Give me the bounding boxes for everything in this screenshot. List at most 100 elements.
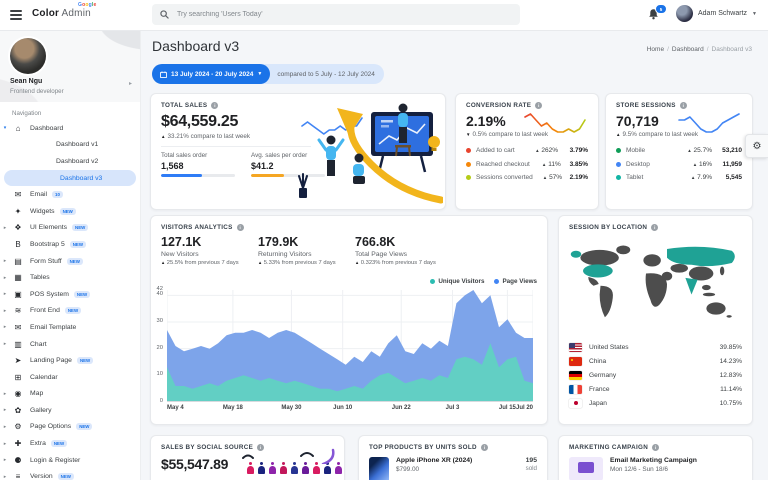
metric-change: ▲ 262% <box>524 147 558 154</box>
sidebar-item-ui-elements[interactable]: ▸ ❖ UI Elements NEW <box>0 220 140 237</box>
info-icon[interactable]: i <box>535 102 542 109</box>
stat-label: Returning Visitors <box>258 251 355 258</box>
user-name: Adam Schwartz <box>698 10 747 17</box>
metric-value: 11,959 <box>712 161 742 168</box>
metric-value: 5,545 <box>712 174 742 181</box>
card-title: CONVERSION RATE <box>466 102 531 109</box>
item-badge: NEW <box>65 307 81 314</box>
country-flag-icon <box>569 371 582 380</box>
info-icon[interactable]: i <box>211 102 218 109</box>
sidebar-item-form-stuff[interactable]: ▸ ▤ Form Stuff NEW <box>0 253 140 270</box>
metric-label: Added to cart <box>476 147 524 154</box>
country-name: Japan <box>589 400 720 407</box>
sidebar-profile[interactable]: Sean Ngu Frontend developer ▸ <box>0 30 140 102</box>
item-label: Chart <box>30 341 47 348</box>
sidebar-item-widgets[interactable]: ✦ Widgets NEW <box>0 203 140 220</box>
product-row[interactable]: Apple iPhone XR (2024) $799.00 195 sold <box>369 457 537 480</box>
visitor-stats: 127.1K New Visitors ▲ 25.5% from previou… <box>161 235 537 266</box>
birds-arrow-illustration <box>241 448 341 464</box>
card-title: STORE SESSIONS <box>616 102 676 109</box>
metric-change: ▲ 16% <box>678 161 712 168</box>
chevron-right-icon: ▸ <box>129 80 132 87</box>
sidebar-item-calendar[interactable]: ⊞ Calendar <box>0 369 140 386</box>
item-label: UI Elements <box>30 224 67 231</box>
sidebar: Sean Ngu Frontend developer ▸ Navigation… <box>0 30 141 480</box>
item-badge: NEW <box>60 208 76 215</box>
email-template-icon: ✉ <box>10 323 26 332</box>
calendar-icon: ⊞ <box>10 373 26 382</box>
world-map <box>569 236 744 332</box>
card-conversion-rate: CONVERSION RATE i 2.19% ▼0.5% compare to… <box>455 93 599 210</box>
visitors-area-chart <box>167 290 533 402</box>
info-icon[interactable]: i <box>481 444 488 451</box>
user-menu[interactable]: Adam Schwartz ▼ <box>676 5 757 22</box>
item-label: Map <box>30 390 43 397</box>
metric-change: ▲ 7.9% <box>678 174 712 181</box>
sidebar-item-front-end[interactable]: ▸ ≋ Front End NEW <box>0 303 140 320</box>
card-store-sessions: STORE SESSIONS i 70,719 ▲9.5% compare to… <box>605 93 753 210</box>
sidebar-item-dashboard-v1[interactable]: Dashboard v1 <box>0 137 140 154</box>
item-caret-icon: ▸ <box>0 407 10 413</box>
brand-logo[interactable]: Color Admin <box>32 8 91 19</box>
info-icon[interactable]: i <box>237 224 244 231</box>
sidebar-item-email[interactable]: ✉ Email 10 <box>0 186 140 203</box>
hamburger-menu-icon[interactable] <box>10 10 22 20</box>
country-flag-icon <box>569 343 582 352</box>
country-row: China 14.23% <box>569 355 742 369</box>
gallery-icon: ✿ <box>10 406 26 415</box>
sidebar-item-chart[interactable]: ▸ ▥ Chart <box>0 336 140 353</box>
info-icon[interactable]: i <box>651 224 658 231</box>
metric-change: ▲ 11% <box>530 161 561 168</box>
item-label: POS System <box>30 291 69 298</box>
item-badge: NEW <box>51 440 67 447</box>
sidebar-item-pos-system[interactable]: ▸ ▣ POS System NEW <box>0 286 140 303</box>
notification-bell-icon[interactable]: 5 <box>648 7 664 23</box>
metric-label: Reached checkout <box>476 161 530 168</box>
item-caret-icon: ▸ <box>0 258 10 264</box>
campaign-thumbnail <box>569 457 603 480</box>
metric-label: Tablet <box>626 174 678 181</box>
series-dot <box>616 175 621 180</box>
sidebar-item-email-template[interactable]: ▸ ✉ Email Template <box>0 319 140 336</box>
item-badge: NEW <box>76 423 92 430</box>
breadcrumb-item[interactable]: Home <box>647 46 664 53</box>
item-badge: NEW <box>67 258 83 265</box>
date-range-button[interactable]: 13 July 2024 - 20 July 2024 ▼ <box>152 64 270 84</box>
theme-settings-button[interactable]: ⚙ <box>745 134 768 158</box>
ui-elements-icon: ❖ <box>10 223 26 232</box>
bootstrap-icon: B <box>10 240 26 249</box>
info-icon[interactable]: i <box>652 444 659 451</box>
campaign-row[interactable]: Email Marketing Campaign Mon 12/6 - Sun … <box>569 457 742 480</box>
sidebar-item-tables[interactable]: ▸ ▦ Tables <box>0 269 140 286</box>
item-label: Dashboard <box>30 125 63 132</box>
visitor-stat: 179.9K Returning Visitors ▲ 5.33% from p… <box>258 235 355 266</box>
search-bar[interactable] <box>152 4 520 25</box>
sidebar-item-dashboard-v3[interactable]: Dashboard v3 <box>4 170 136 187</box>
topbar: Color Admin Google 5 Adam Schwartz ▼ <box>0 0 768 31</box>
item-label: Email Template <box>30 324 76 331</box>
sidebar-item-page-options[interactable]: ▸ ⚙ Page Options NEW <box>0 419 140 436</box>
info-icon[interactable]: i <box>680 102 687 109</box>
sidebar-item-map[interactable]: ▸ ◉ Map <box>0 386 140 403</box>
calendar-icon <box>160 71 167 78</box>
card-title: VISITORS ANALYTICS <box>161 224 233 231</box>
product-units: 195 <box>526 457 537 464</box>
sidebar-item-dashboard-v2[interactable]: Dashboard v2 <box>0 153 140 170</box>
sidebar-item-landing-page[interactable]: ➤ Landing Page NEW <box>0 352 140 369</box>
sidebar-item-version[interactable]: ▸ ≡ Version NEW <box>0 468 140 480</box>
card-top-products: TOP PRODUCTS BY UNITS SOLD i Apple iPhon… <box>358 435 548 480</box>
sidebar-item-dashboard[interactable]: ▾ ⌂ Dashboard <box>0 120 140 137</box>
sidebar-item-bootstrap-5[interactable]: B Bootstrap 5 NEW <box>0 236 140 253</box>
stat-label: New Visitors <box>161 251 258 258</box>
breadcrumb-item[interactable]: Dashboard <box>672 46 704 53</box>
metric-label: Sessions converted <box>476 174 533 181</box>
legend-item[interactable]: Page Views <box>494 278 537 285</box>
sidebar-item-login-register[interactable]: ▸ ⚈ Login & Register <box>0 452 140 469</box>
sidebar-item-gallery[interactable]: ▸ ✿ Gallery <box>0 402 140 419</box>
sidebar-item-extra[interactable]: ▸ ✚ Extra NEW <box>0 435 140 452</box>
country-list: United States 39.85% China 14.23% German… <box>569 341 742 410</box>
date-range-label: 13 July 2024 - 20 July 2024 <box>171 71 253 78</box>
legend-item[interactable]: Unique Visitors <box>430 278 484 285</box>
search-input[interactable] <box>175 10 512 19</box>
item-label: Dashboard v1 <box>56 141 98 148</box>
